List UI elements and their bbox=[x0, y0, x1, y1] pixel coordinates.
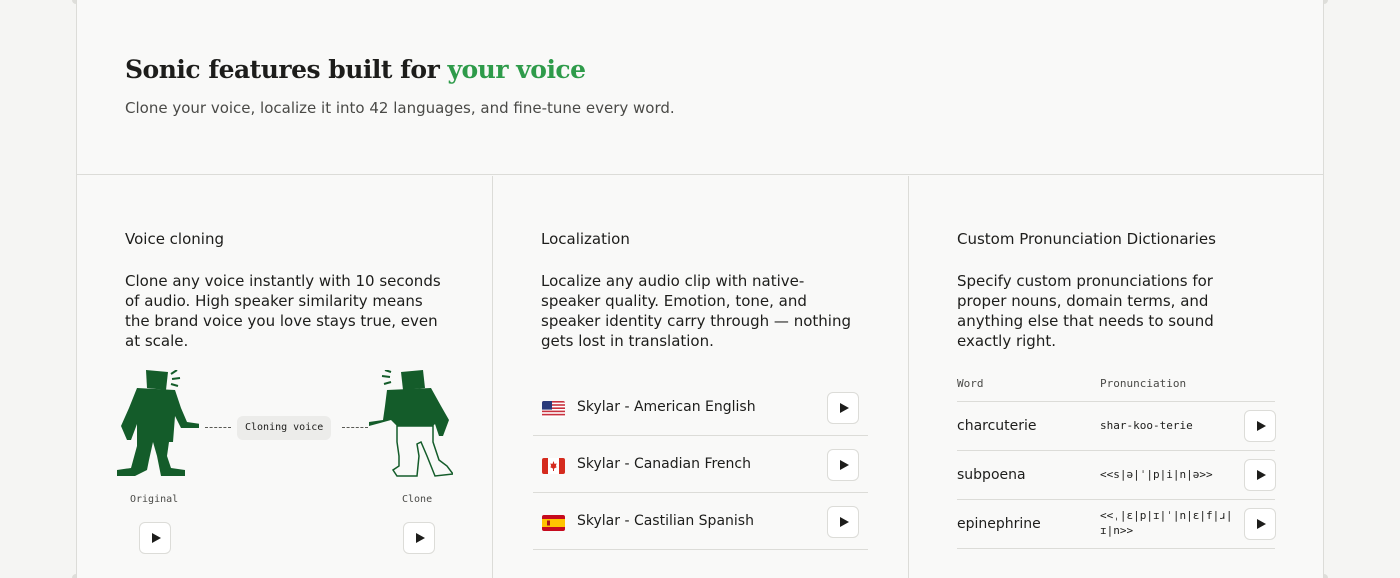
language-label: Skylar - Castilian Spanish bbox=[577, 513, 754, 529]
dictionary-table-header: Word Pronunciation bbox=[957, 375, 1275, 402]
voice-cloning-title: Voice cloning bbox=[125, 230, 224, 248]
title-prefix: Sonic features built for bbox=[125, 55, 448, 84]
features-section: Sonic features built for your voice Clon… bbox=[76, 0, 1324, 578]
localization-title: Localization bbox=[541, 230, 630, 248]
language-label: Skylar - American English bbox=[577, 399, 756, 415]
play-icon bbox=[839, 517, 849, 527]
play-canadian-french-button[interactable] bbox=[827, 449, 859, 481]
dictionary-pronunciation: shar-koo-terie bbox=[1100, 419, 1193, 432]
localization-description: Localize any audio clip with native-spea… bbox=[541, 272, 851, 350]
dictionary-word: epinephrine bbox=[957, 516, 1041, 532]
play-icon bbox=[1256, 421, 1266, 431]
original-figure-icon bbox=[117, 370, 199, 476]
dictionaries-description: Specify custom pronunciations for proper… bbox=[957, 272, 1214, 350]
play-clone-button[interactable] bbox=[403, 522, 435, 554]
clone-figure-icon bbox=[369, 370, 453, 477]
title-accent: your voice bbox=[447, 55, 586, 84]
page-title: Sonic features built for your voice bbox=[125, 55, 586, 84]
localization-card: Localization Localize any audio clip wit… bbox=[493, 176, 909, 578]
connector-line-right bbox=[342, 427, 368, 428]
play-icon bbox=[151, 533, 161, 543]
play-subpoena-button[interactable] bbox=[1244, 459, 1276, 491]
cloning-voice-pill: Cloning voice bbox=[237, 416, 332, 440]
play-icon bbox=[839, 403, 849, 413]
play-icon bbox=[415, 533, 425, 543]
language-item: Skylar - Castilian Spanish bbox=[533, 493, 868, 550]
play-original-button[interactable] bbox=[139, 522, 171, 554]
dictionary-pronunciation: <<ˌ|ɛ|p|ɪ|ˈ|n|ɛ|f|ɹ|ɪ|n>> bbox=[1100, 509, 1233, 537]
connector-line-left bbox=[205, 427, 231, 428]
play-charcuterie-button[interactable] bbox=[1244, 410, 1276, 442]
column-header-word: Word bbox=[957, 377, 984, 390]
dictionary-row: subpoena <<s|ə|ˈ|p|i|n|ə>> bbox=[957, 451, 1276, 500]
section-header: Sonic features built for your voice Clon… bbox=[77, 0, 1323, 175]
column-header-pronunciation: Pronunciation bbox=[1100, 377, 1187, 390]
dictionaries-title: Custom Pronunciation Dictionaries bbox=[957, 230, 1216, 248]
voice-cloning-card: Voice cloning Clone any voice instantly … bbox=[77, 176, 493, 578]
play-epinephrine-button[interactable] bbox=[1244, 508, 1276, 540]
dictionary-row: epinephrine <<ˌ|ɛ|p|ɪ|ˈ|n|ɛ|f|ɹ|ɪ|n>> bbox=[957, 500, 1276, 549]
play-icon bbox=[1256, 470, 1266, 480]
voice-cloning-description: Clone any voice instantly with 10 second… bbox=[125, 272, 441, 350]
dictionary-word: charcuterie bbox=[957, 418, 1037, 434]
page-subtitle: Clone your voice, localize it into 42 la… bbox=[125, 99, 675, 117]
play-american-english-button[interactable] bbox=[827, 392, 859, 424]
play-icon bbox=[1256, 519, 1266, 529]
original-label: Original bbox=[130, 494, 179, 505]
clone-label: Clone bbox=[402, 494, 433, 505]
dictionary-word: subpoena bbox=[957, 467, 1026, 483]
language-item: Skylar - Canadian French bbox=[533, 436, 868, 493]
play-castilian-spanish-button[interactable] bbox=[827, 506, 859, 538]
language-label: Skylar - Canadian French bbox=[577, 456, 751, 472]
dictionary-pronunciation: <<s|ə|ˈ|p|i|n|ə>> bbox=[1100, 468, 1213, 481]
dictionaries-card: Custom Pronunciation Dictionaries Specif… bbox=[909, 176, 1325, 578]
dictionary-row: charcuterie shar-koo-terie bbox=[957, 402, 1276, 451]
language-item: Skylar - American English bbox=[533, 379, 868, 436]
ca-flag-icon bbox=[542, 458, 565, 474]
play-icon bbox=[839, 460, 849, 470]
us-flag-icon bbox=[542, 401, 565, 417]
es-flag-icon bbox=[542, 515, 565, 531]
